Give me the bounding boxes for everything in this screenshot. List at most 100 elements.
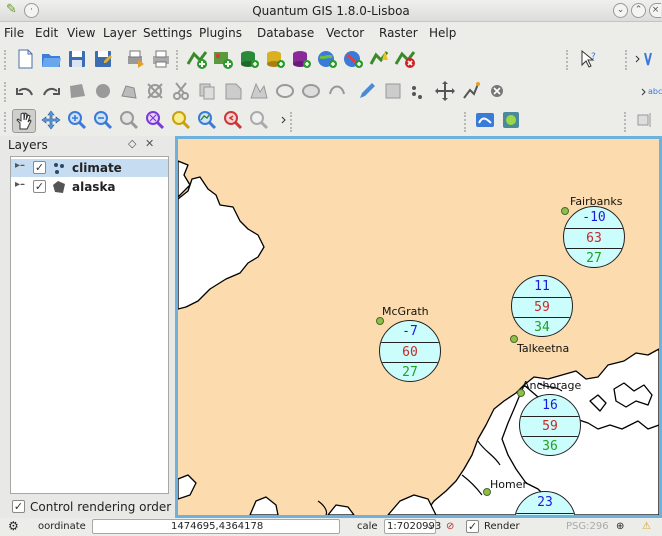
menu-vector[interactable]: Vector: [326, 26, 364, 40]
close-panel-icon[interactable]: ✕: [145, 137, 154, 150]
stop-render-icon[interactable]: ⊘: [446, 521, 454, 532]
expand-arrow-icon[interactable]: ▸–: [15, 179, 25, 190]
save-edits-icon[interactable]: [382, 80, 404, 102]
crs-status[interactable]: PSG:296: [566, 521, 609, 532]
new-shapefile-layer-icon[interactable]: [368, 48, 390, 70]
map-tips-icon[interactable]: [474, 109, 496, 131]
toolbar-grip[interactable]: [464, 112, 468, 132]
whats-this-icon[interactable]: ?: [578, 48, 600, 70]
projection-icon[interactable]: ⊕: [616, 521, 624, 532]
zoom-next-icon[interactable]: [248, 109, 270, 131]
merge-attributes-icon[interactable]: [408, 80, 430, 102]
layer-visibility-checkbox[interactable]: ✓: [33, 180, 46, 193]
add-spatialite-layer-icon[interactable]: [264, 48, 286, 70]
toolbar-grip[interactable]: [176, 50, 180, 70]
new-project-icon[interactable]: [14, 48, 36, 70]
diagram-value-2: 59: [520, 416, 580, 436]
toolbar-grip[interactable]: [290, 112, 294, 132]
diagram-fairbanks[interactable]: -10 63 27: [563, 206, 625, 268]
menu-settings[interactable]: Settings: [143, 26, 192, 40]
add-wms-layer-icon[interactable]: [316, 48, 338, 70]
label-toolbar-icon[interactable]: abc: [640, 80, 662, 102]
diagram-mcgrath[interactable]: -7 60 27: [379, 320, 441, 382]
minimize-button[interactable]: ⌄: [613, 3, 628, 18]
render-checkbox[interactable]: ✓: [466, 520, 479, 533]
menu-help[interactable]: Help: [429, 26, 456, 40]
scale-dropdown-icon[interactable]: ⌄: [426, 521, 434, 532]
menu-raster[interactable]: Raster: [379, 26, 418, 40]
reshape-features-icon[interactable]: [326, 80, 348, 102]
composer-manager-icon[interactable]: [150, 48, 172, 70]
fill-ring-icon[interactable]: [300, 80, 322, 102]
control-rendering-order-checkbox[interactable]: ✓: [12, 500, 25, 513]
layer-visibility-checkbox[interactable]: ✓: [33, 161, 46, 174]
move-feature-icon[interactable]: [92, 80, 114, 102]
menu-database[interactable]: Database: [257, 26, 314, 40]
layer-name: alaska: [72, 180, 116, 194]
redo-icon[interactable]: [40, 80, 62, 102]
simplify-feature-icon[interactable]: [460, 80, 482, 102]
float-panel-icon[interactable]: ◇: [128, 137, 136, 150]
toolbar-grip[interactable]: [4, 50, 8, 70]
toolbar-grip[interactable]: [624, 112, 628, 132]
node-tool-icon[interactable]: [118, 80, 140, 102]
toolbar-grip[interactable]: [4, 82, 8, 102]
pan-to-selection-icon[interactable]: [40, 109, 62, 131]
add-ring-icon[interactable]: [248, 80, 270, 102]
toolbar-grip[interactable]: [4, 112, 8, 132]
menu-view[interactable]: View: [67, 26, 95, 40]
expand-arrow-icon[interactable]: ▸–: [15, 160, 25, 171]
offset-curve-icon[interactable]: [434, 80, 456, 102]
layer-tree[interactable]: ▸– ✓ climate ▸– ✓ alaska: [10, 156, 169, 494]
zoom-to-layer-icon[interactable]: [196, 109, 218, 131]
open-project-icon[interactable]: [40, 48, 62, 70]
menu-layer[interactable]: Layer: [103, 26, 136, 40]
add-part-icon[interactable]: [274, 80, 296, 102]
delete-part-icon[interactable]: [486, 80, 508, 102]
toolbar-overflow-icon[interactable]: [633, 48, 655, 70]
add-raster-layer-icon[interactable]: [212, 48, 234, 70]
text-annotation-icon[interactable]: [634, 109, 656, 131]
toolbar-grip[interactable]: [566, 50, 570, 70]
close-button[interactable]: ×: [649, 3, 661, 18]
layer-item-climate[interactable]: ▸– ✓ climate: [11, 159, 168, 177]
menu-file[interactable]: File: [4, 26, 24, 40]
diagram-talkeetna[interactable]: 11 59 34: [511, 275, 573, 337]
scale-label: cale: [357, 521, 378, 532]
add-vector-layer-icon[interactable]: [186, 48, 208, 70]
zoom-to-selection-icon[interactable]: [170, 109, 192, 131]
pan-map-icon[interactable]: [12, 109, 36, 133]
coordinate-field[interactable]: 1474695,4364178: [92, 519, 340, 534]
delete-selected-icon[interactable]: [144, 80, 166, 102]
zoom-in-icon[interactable]: [66, 109, 88, 131]
add-postgis-layer-icon[interactable]: [238, 48, 260, 70]
toolbar-overflow-icon[interactable]: [276, 109, 298, 131]
cut-features-icon[interactable]: [170, 80, 192, 102]
zoom-last-icon[interactable]: [222, 109, 244, 131]
paste-features-icon[interactable]: [222, 80, 244, 102]
coordinate-toggle-icon[interactable]: ⚙: [8, 519, 19, 533]
remove-layer-icon[interactable]: [394, 48, 416, 70]
save-as-icon[interactable]: [92, 48, 114, 70]
add-feature-icon[interactable]: [66, 80, 88, 102]
add-mssql-layer-icon[interactable]: [290, 48, 312, 70]
toggle-editing-icon[interactable]: [356, 80, 378, 102]
diagram-anchorage[interactable]: 16 59 36: [519, 394, 581, 456]
new-bookmark-icon[interactable]: [500, 109, 522, 131]
zoom-out-icon[interactable]: [92, 109, 114, 131]
layer-item-alaska[interactable]: ▸– ✓ alaska: [11, 178, 168, 196]
maximize-button[interactable]: ⌃: [631, 3, 646, 18]
toolbar-grip[interactable]: [625, 50, 629, 70]
menu-plugins[interactable]: Plugins: [199, 26, 242, 40]
add-wcs-layer-icon[interactable]: [342, 48, 364, 70]
warning-icon[interactable]: ⚠: [642, 521, 651, 532]
diagram-homer[interactable]: 23: [514, 491, 576, 515]
copy-features-icon[interactable]: [196, 80, 218, 102]
new-print-composer-icon[interactable]: [124, 48, 146, 70]
zoom-full-icon[interactable]: [144, 109, 166, 131]
save-project-icon[interactable]: [66, 48, 88, 70]
undo-icon[interactable]: [14, 80, 36, 102]
menu-edit[interactable]: Edit: [35, 26, 58, 40]
zoom-actual-size-icon[interactable]: [118, 109, 140, 131]
map-canvas[interactable]: Fairbanks McGrath Talkeetna Anchorage Ho…: [175, 136, 662, 518]
